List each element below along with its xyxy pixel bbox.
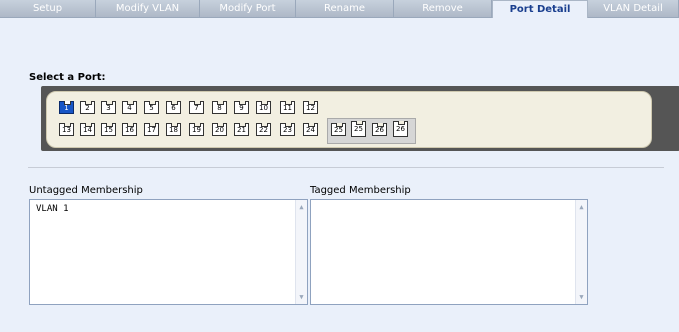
port-4[interactable]: 4 xyxy=(122,101,137,114)
tab-bar: Setup Modify VLAN Modify Port Rename Rem… xyxy=(0,0,679,19)
port-6[interactable]: 6 xyxy=(166,101,181,114)
port-1[interactable]: 1 xyxy=(59,101,74,114)
port-21[interactable]: 21 xyxy=(234,123,249,136)
port-10[interactable]: 10 xyxy=(256,101,271,114)
tab-modify-vlan[interactable]: Modify VLAN xyxy=(96,0,200,18)
port-19[interactable]: 19 xyxy=(189,123,204,136)
port-15[interactable]: 15 xyxy=(101,123,116,136)
untagged-membership-list[interactable]: VLAN 1 ▲ ▼ xyxy=(29,199,308,305)
port-16[interactable]: 16 xyxy=(122,123,137,136)
select-port-label: Select a Port: xyxy=(29,72,106,83)
port-25-sfp[interactable]: 25 xyxy=(351,121,366,137)
tagged-membership-list[interactable]: ▲ ▼ xyxy=(310,199,588,305)
port-5[interactable]: 5 xyxy=(144,101,159,114)
untagged-vlan-entry: VLAN 1 xyxy=(36,204,69,214)
port-12[interactable]: 12 xyxy=(303,101,318,114)
tab-port-detail[interactable]: Port Detail xyxy=(492,0,588,18)
port-20[interactable]: 20 xyxy=(212,123,227,136)
tagged-scrollbar[interactable]: ▲ ▼ xyxy=(575,200,587,304)
scroll-down-icon[interactable]: ▼ xyxy=(297,293,306,301)
divider xyxy=(28,167,664,168)
port-7[interactable]: 7 xyxy=(189,101,204,114)
port-14[interactable]: 14 xyxy=(80,123,95,136)
scroll-up-icon[interactable]: ▲ xyxy=(577,203,586,211)
port-24[interactable]: 24 xyxy=(303,123,318,136)
port-9[interactable]: 9 xyxy=(234,101,249,114)
untagged-scrollbar[interactable]: ▲ ▼ xyxy=(295,200,307,304)
port-8[interactable]: 8 xyxy=(212,101,227,114)
tagged-membership-label: Tagged Membership xyxy=(310,185,411,196)
scroll-up-icon[interactable]: ▲ xyxy=(297,203,306,211)
tab-setup[interactable]: Setup xyxy=(0,0,96,18)
port-17[interactable]: 17 xyxy=(144,123,159,136)
port-23[interactable]: 23 xyxy=(280,123,295,136)
untagged-membership-label: Untagged Membership xyxy=(29,185,143,196)
port-detail-app: Setup Modify VLAN Modify Port Rename Rem… xyxy=(0,0,679,332)
tab-modify-port[interactable]: Modify Port xyxy=(200,0,296,18)
scroll-down-icon[interactable]: ▼ xyxy=(577,293,586,301)
port-25[interactable]: 25 xyxy=(331,123,346,136)
port-26[interactable]: 26 xyxy=(372,123,387,136)
port-11[interactable]: 11 xyxy=(280,101,295,114)
port-13[interactable]: 13 xyxy=(59,123,74,136)
port-2[interactable]: 2 xyxy=(80,101,95,114)
port-3[interactable]: 3 xyxy=(101,101,116,114)
tab-vlan-detail[interactable]: VLAN Detail xyxy=(588,0,679,18)
tab-remove[interactable]: Remove xyxy=(394,0,492,18)
port-22[interactable]: 22 xyxy=(256,123,271,136)
tab-rename[interactable]: Rename xyxy=(296,0,394,18)
port-18[interactable]: 18 xyxy=(166,123,181,136)
port-26-sfp[interactable]: 26 xyxy=(393,121,408,137)
